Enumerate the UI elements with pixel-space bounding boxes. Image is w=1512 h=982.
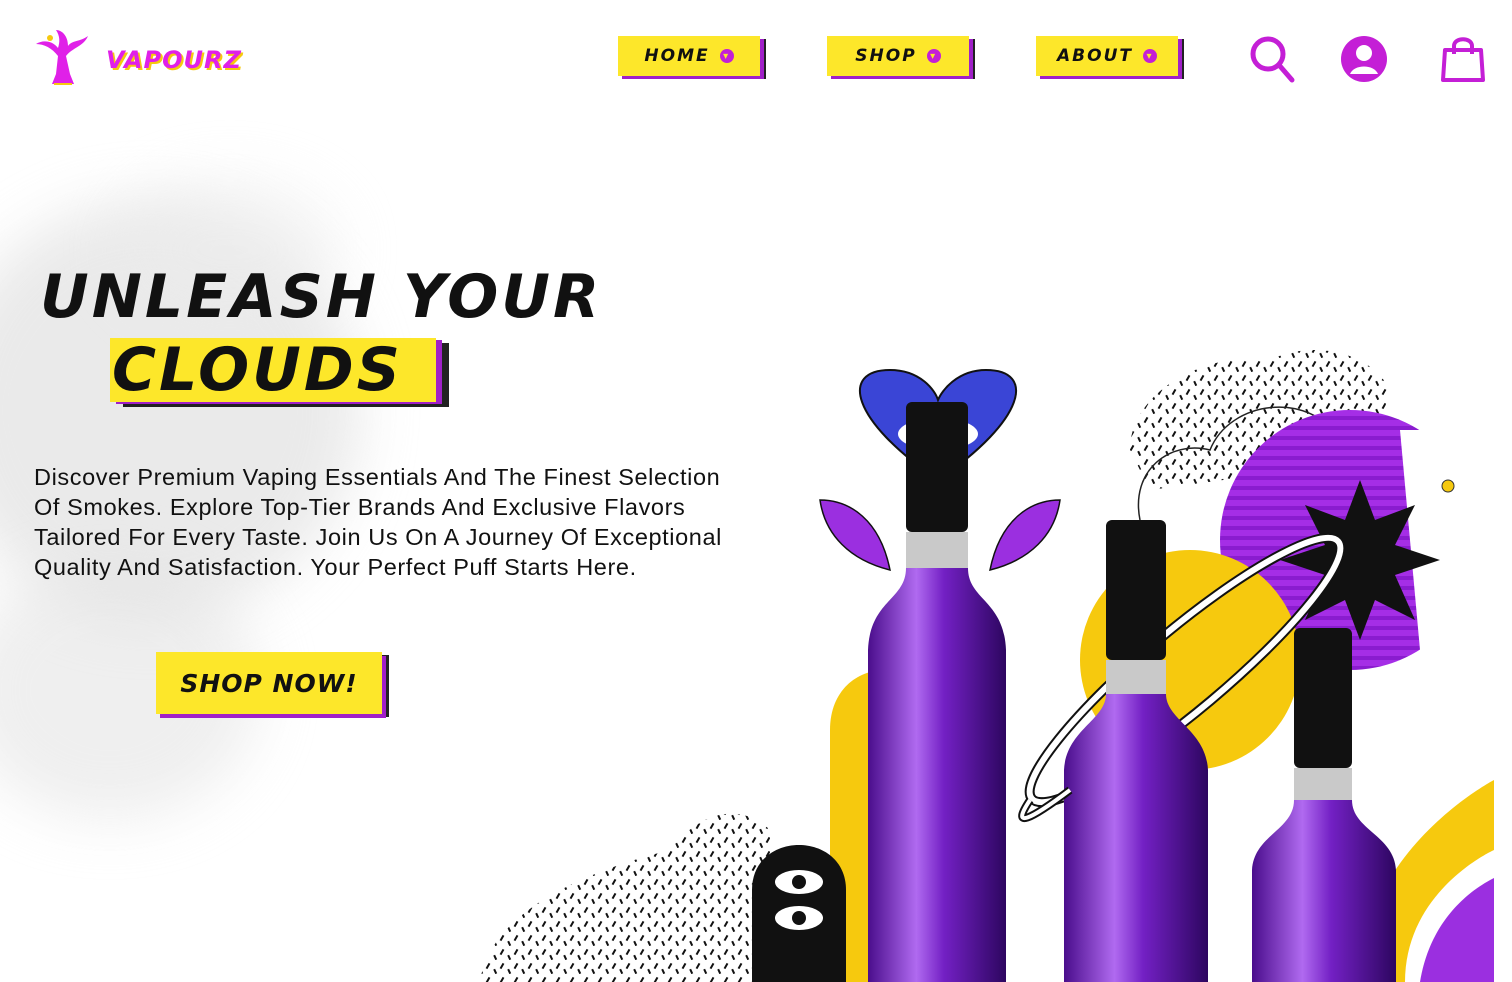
shopping-bag-icon[interactable] xyxy=(1440,34,1486,84)
nav-about-button[interactable]: ABOUT ▾ xyxy=(1036,36,1178,76)
nav-shop-button[interactable]: SHOP ▾ xyxy=(827,36,969,76)
shop-now-label: SHOP NOW! xyxy=(180,668,358,698)
user-account-icon[interactable] xyxy=(1340,34,1388,84)
bottle xyxy=(868,402,1006,982)
hero-title-line2: CLOUDS xyxy=(112,335,403,405)
chevron-down-icon: ▾ xyxy=(719,49,734,63)
brand-name: VAPOURZ xyxy=(106,46,242,74)
nav-about-label: ABOUT xyxy=(1057,46,1133,66)
hero-title-highlight: CLOUDS xyxy=(110,335,436,405)
vapour-tree-logo-icon xyxy=(36,30,88,85)
hero-product-illustration xyxy=(480,350,1494,982)
chevron-down-icon: ▾ xyxy=(926,49,941,63)
search-icon[interactable] xyxy=(1248,34,1296,84)
nav-home-button[interactable]: HOME ▾ xyxy=(618,36,760,76)
hero-title-line1: UNLEASH YOUR xyxy=(40,262,603,332)
brand-logo[interactable]: VAPOURZ xyxy=(32,26,242,88)
nav-home-label: HOME xyxy=(644,46,710,66)
chevron-down-icon: ▾ xyxy=(1142,49,1157,63)
shop-now-button[interactable]: SHOP NOW! xyxy=(156,652,382,714)
nav-shop-label: SHOP xyxy=(855,46,917,66)
